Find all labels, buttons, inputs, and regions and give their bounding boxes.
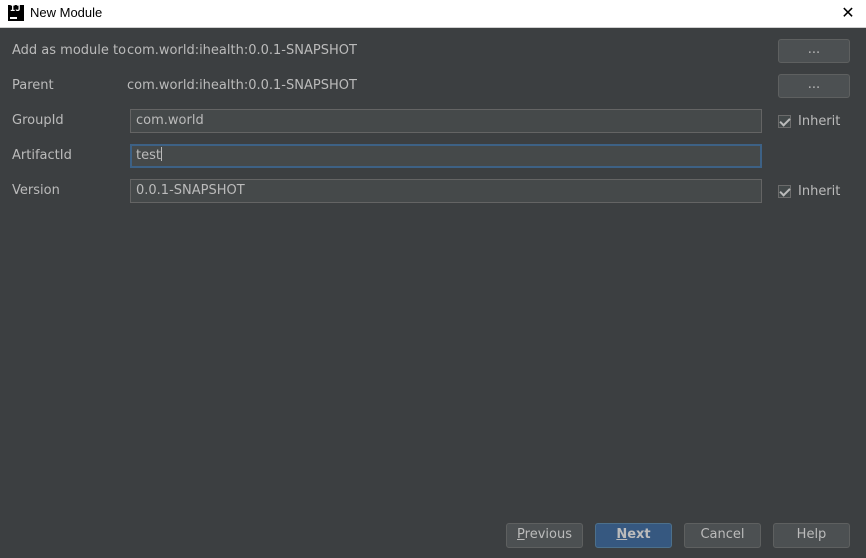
- parent-browse-button[interactable]: ...: [778, 74, 850, 98]
- version-value: 0.0.1-SNAPSHOT: [136, 183, 245, 198]
- parent-label: Parent: [12, 78, 54, 93]
- version-inherit-checkbox[interactable]: [778, 185, 791, 198]
- group-id-inherit-checkbox[interactable]: [778, 115, 791, 128]
- artifact-id-label: ArtifactId: [12, 148, 72, 163]
- close-icon[interactable]: ✕: [838, 3, 858, 23]
- help-button[interactable]: Help: [773, 523, 850, 548]
- group-id-value: com.world: [136, 113, 204, 128]
- artifact-id-value: test: [136, 148, 161, 163]
- add-as-module-value: com.world:ihealth:0.0.1-SNAPSHOT: [127, 43, 357, 58]
- version-label: Version: [12, 183, 60, 198]
- add-as-module-browse-button[interactable]: ...: [778, 39, 850, 63]
- text-caret: [160, 147, 162, 161]
- version-inherit[interactable]: Inherit: [778, 184, 840, 199]
- title-bar: IJ New Module ✕: [0, 0, 866, 28]
- group-id-field[interactable]: com.world: [130, 109, 762, 133]
- cancel-button[interactable]: Cancel: [684, 523, 761, 548]
- next-button[interactable]: Next: [595, 523, 672, 548]
- version-inherit-label: Inherit: [798, 184, 841, 199]
- intellij-icon: IJ: [8, 5, 24, 21]
- previous-button[interactable]: Previous: [506, 523, 583, 548]
- parent-value: com.world:ihealth:0.0.1-SNAPSHOT: [127, 78, 357, 93]
- group-id-label: GroupId: [12, 113, 64, 128]
- group-id-inherit-label: Inherit: [798, 114, 841, 129]
- add-as-module-label: Add as module to: [12, 43, 127, 58]
- group-id-inherit[interactable]: Inherit: [778, 114, 840, 129]
- version-field[interactable]: 0.0.1-SNAPSHOT: [130, 179, 762, 203]
- artifact-id-field[interactable]: test: [130, 144, 762, 168]
- window-title: New Module: [30, 5, 103, 20]
